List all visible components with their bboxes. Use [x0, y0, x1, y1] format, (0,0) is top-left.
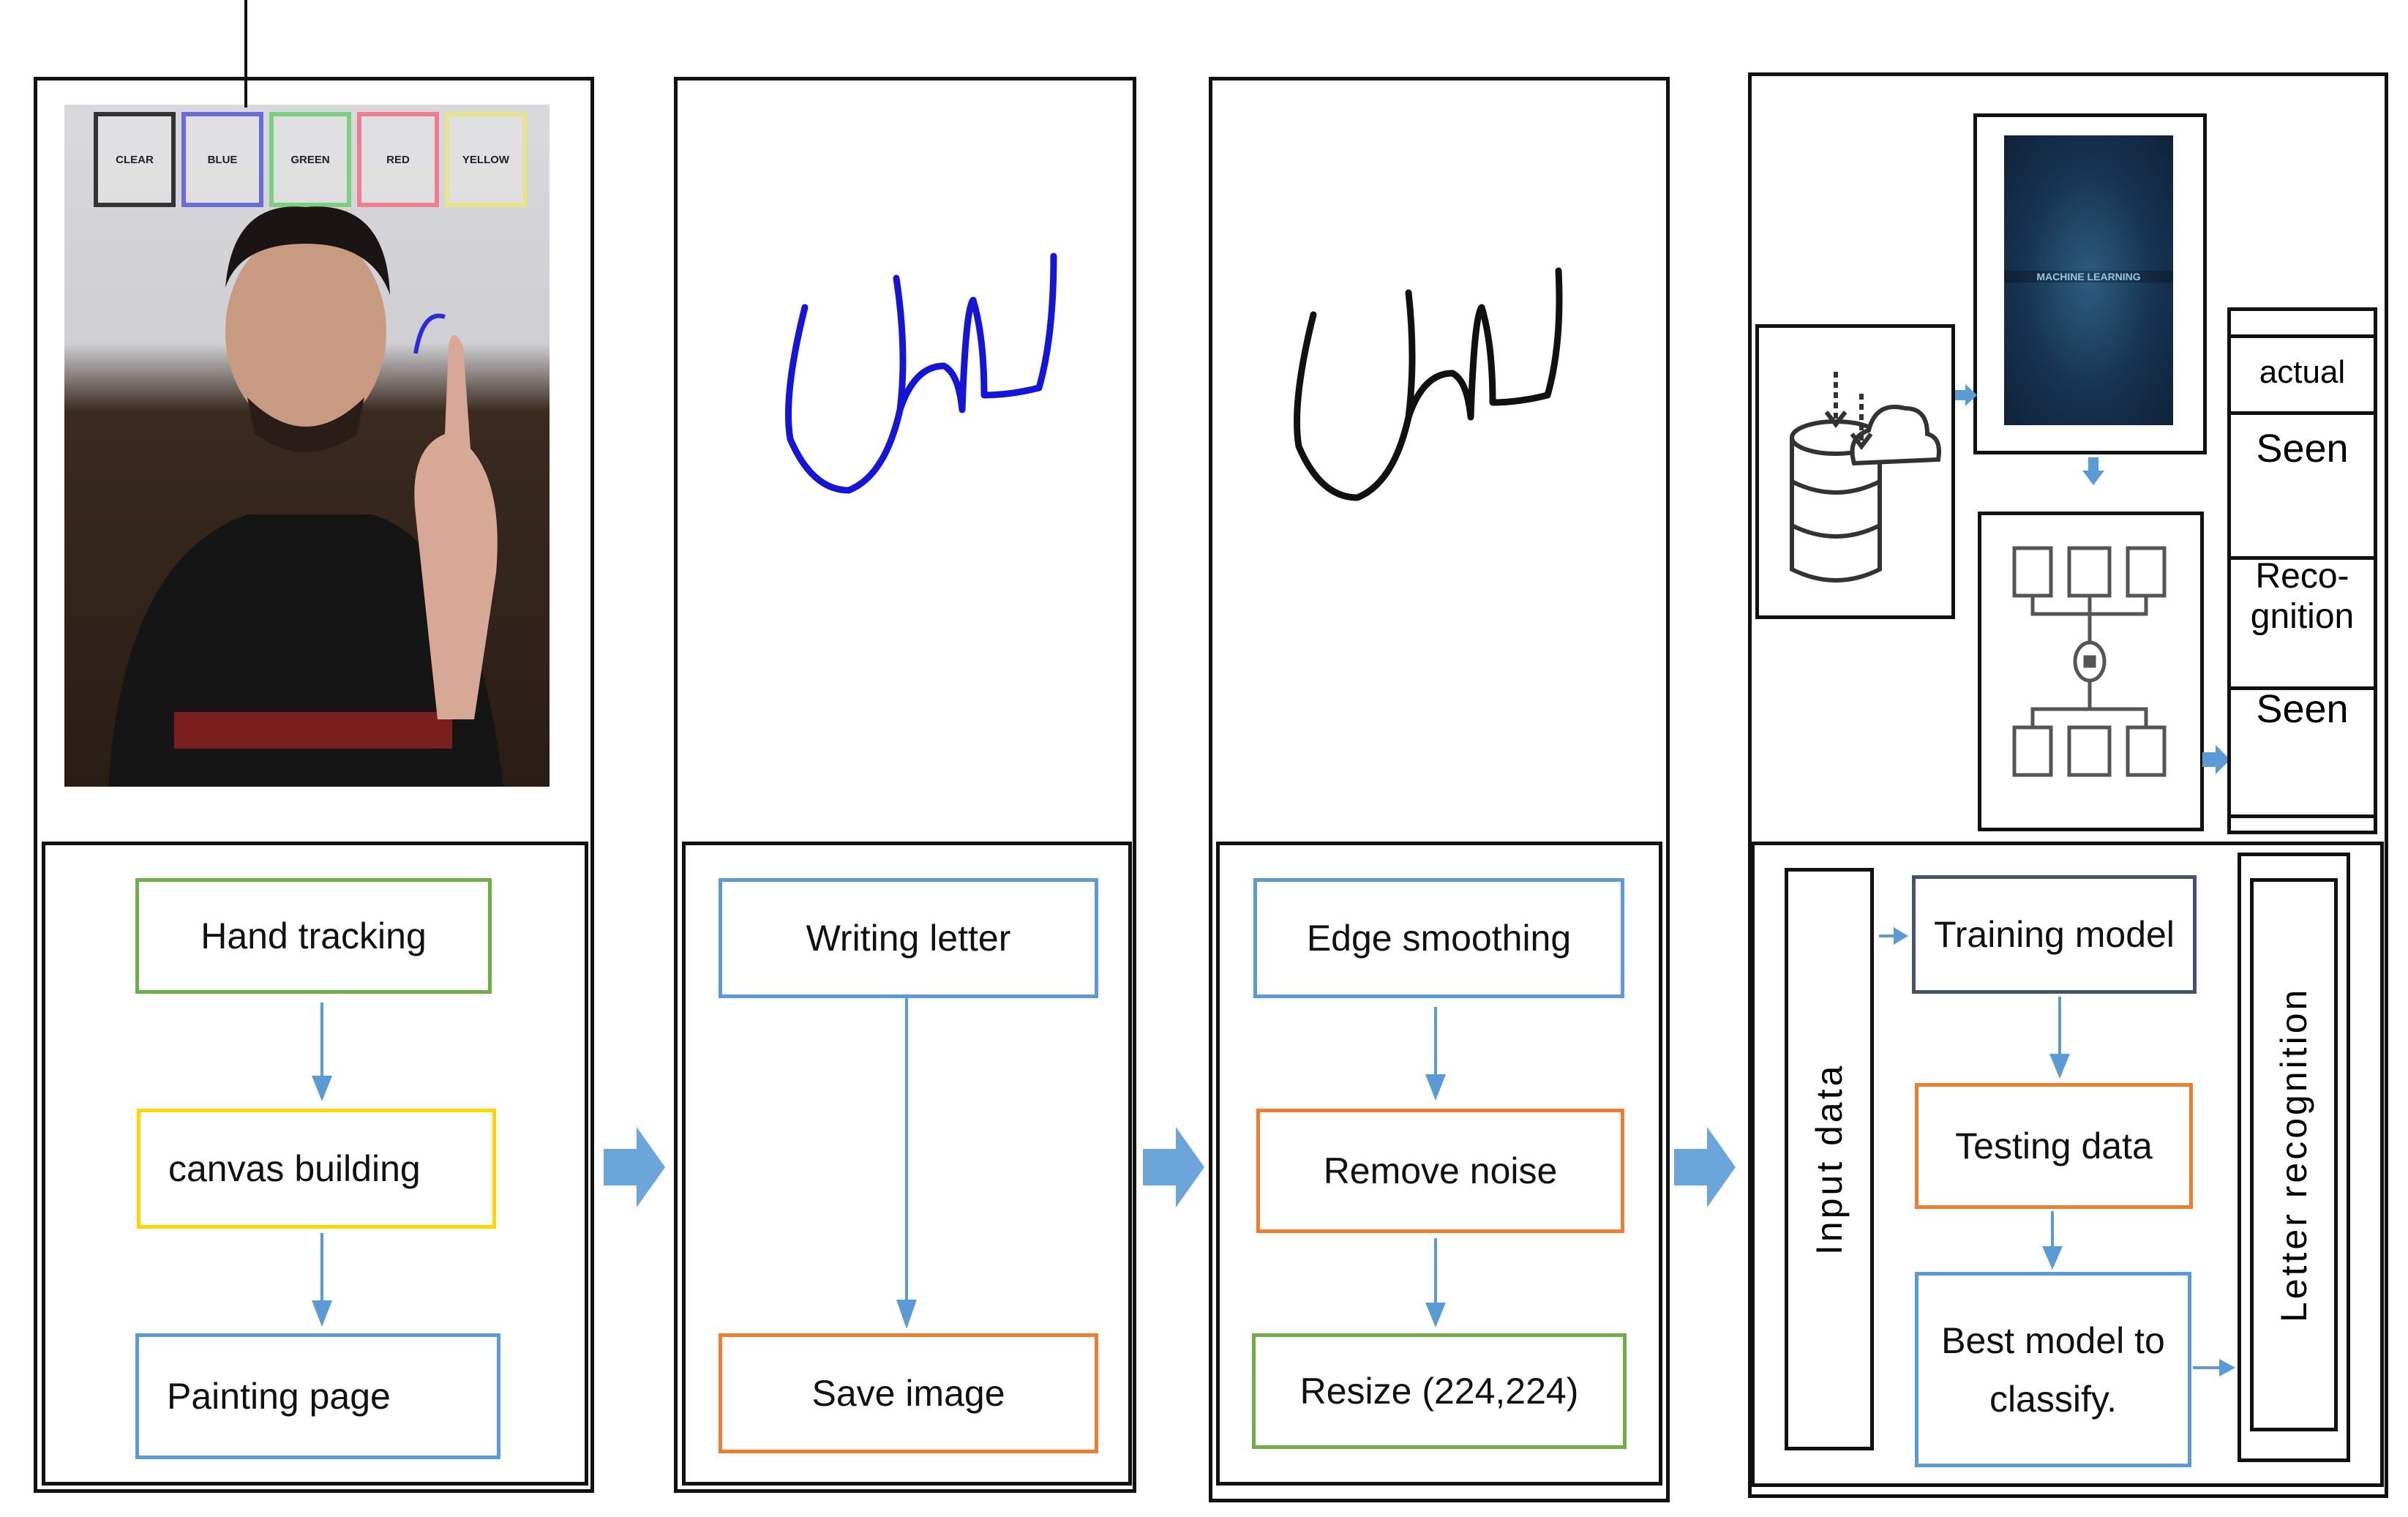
arrow-down-icon [896, 998, 917, 1329]
writing-letter-step: Writing letter [719, 878, 1098, 998]
pointer-line [244, 0, 247, 108]
result-row-seen: Seen [2231, 672, 2374, 818]
training-model-step: Training model [1912, 875, 2197, 994]
result-row-recognition: Reco- gnition [2231, 542, 2374, 690]
stage-arrow-icon [604, 1127, 665, 1207]
input-data-box: Input data [1785, 868, 1874, 1450]
arrow-down-icon [1425, 1007, 1446, 1101]
letter-recognition-box: Letter recognition [2250, 878, 2338, 1431]
resize-step: Resize (224,224) [1252, 1333, 1627, 1449]
stage-arrow-icon [1674, 1127, 1736, 1207]
testing-data-step: Testing data [1915, 1083, 2193, 1209]
stage-arrow-icon [1143, 1127, 1204, 1207]
handwritten-letter-black [1294, 267, 1563, 501]
machine-learning-image: MACHINE LEARNING [2004, 135, 2173, 425]
result-row-seen: Seen [2231, 411, 2374, 560]
arrow-right-icon [2193, 1359, 2235, 1376]
database-cloud-icon [1790, 372, 1941, 583]
arrow-down-icon [1425, 1238, 1446, 1327]
ml-image-caption: MACHINE LEARNING [2004, 271, 2173, 282]
best-model-step: Best model to classify. [1915, 1272, 2191, 1467]
person-figure [108, 206, 503, 787]
arrow-down-icon [2082, 457, 2104, 485]
database-box [1755, 324, 1955, 619]
painting-page-step: Painting page [135, 1333, 500, 1459]
handwritten-letter-blue [785, 252, 1057, 494]
canvas-building-step: canvas building [137, 1109, 496, 1229]
arrow-right-icon [2202, 745, 2230, 774]
result-table: actual Seen Reco- gnition Seen [2227, 307, 2377, 834]
remove-noise-step: Remove noise [1256, 1109, 1624, 1233]
camera-frame-image: CLEAR BLUE GREEN RED YELLOW [64, 105, 550, 787]
ml-box: MACHINE LEARNING [1973, 113, 2207, 454]
network-box [1978, 512, 2204, 831]
result-row-actual: actual [2231, 334, 2374, 415]
arrow-down-icon [312, 1233, 332, 1327]
edge-smoothing-step: Edge smoothing [1253, 878, 1624, 998]
network-hierarchy-icon [2012, 546, 2167, 777]
arrow-down-icon [2049, 997, 2070, 1079]
arrow-right-icon [1879, 927, 1908, 945]
arrow-down-icon [312, 1003, 332, 1101]
arrow-down-icon [2042, 1211, 2063, 1270]
hand-tracking-step: Hand tracking [135, 878, 492, 994]
save-image-step: Save image [719, 1333, 1098, 1453]
arrow-right-icon [1955, 384, 1977, 406]
